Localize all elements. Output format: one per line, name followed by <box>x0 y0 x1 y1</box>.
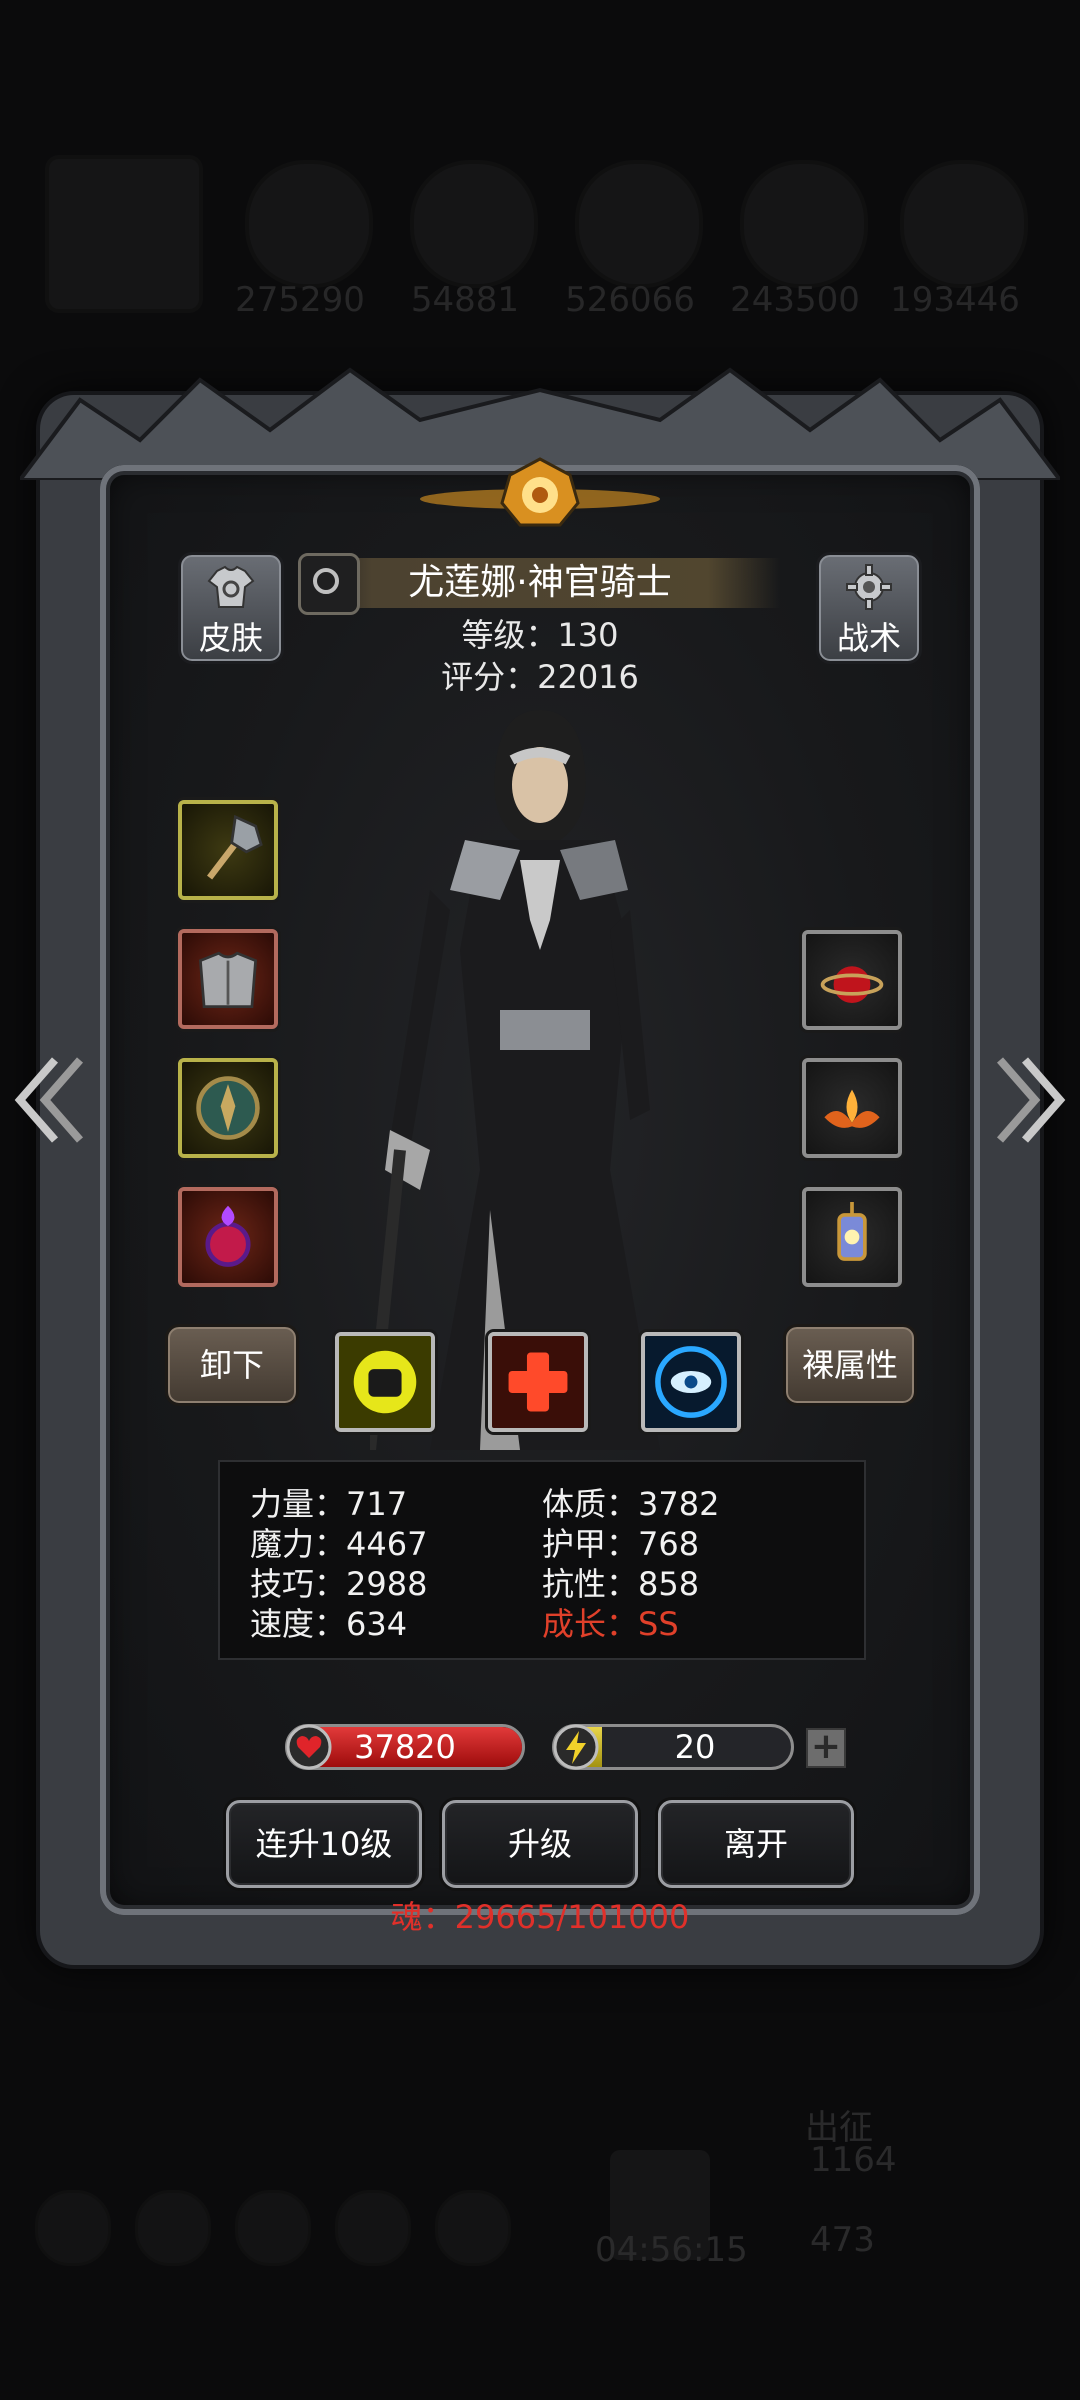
stat-armor: 护甲：768 <box>542 1525 700 1563</box>
heart-icon <box>286 1724 332 1770</box>
equip-slot-lantern[interactable] <box>802 1187 902 1287</box>
background-resource-bar: 275290 54881 526066 243500 193446 <box>0 155 1080 340</box>
resource-count: 54881 <box>410 280 520 320</box>
stat-skill: 技巧：2988 <box>250 1565 428 1603</box>
shirt-icon <box>207 565 255 608</box>
background-menu-icon <box>135 2190 211 2266</box>
resource-count: 193446 <box>890 280 1020 320</box>
equip-slot-weapon[interactable] <box>178 800 278 900</box>
shield-icon <box>196 1076 260 1140</box>
stone-icon <box>900 160 1028 288</box>
base-attributes-button[interactable]: 裸属性 <box>783 1324 917 1406</box>
mace-icon <box>207 814 263 880</box>
blue-eye-icon <box>645 1336 737 1428</box>
skill-slot-heal[interactable] <box>488 1332 588 1432</box>
resource-count: 526066 <box>565 280 695 320</box>
unequip-button[interactable]: 卸下 <box>165 1324 299 1406</box>
red-amulet-icon <box>205 1205 251 1267</box>
stat-resist: 抗性：858 <box>542 1565 700 1603</box>
equip-slot-armor[interactable] <box>178 929 278 1029</box>
background-bottom-bar: 04:56:15 出征 1164 473 <box>0 2080 1080 2360</box>
energy-value: 20 <box>674 1728 716 1766</box>
tactics-label: 战术 <box>836 619 901 657</box>
resource-count: 275290 <box>235 280 365 320</box>
resource-count: 243500 <box>730 280 860 320</box>
hero-level: 等级：130 <box>461 616 619 654</box>
water-icon <box>740 160 868 288</box>
iron-icon <box>575 160 703 288</box>
fist-icon <box>339 1336 431 1428</box>
stat-growth: 成长：SS <box>542 1605 679 1643</box>
background-menu-icon <box>435 2190 511 2266</box>
background-count: 473 <box>810 2220 875 2260</box>
equip-slot-accessory[interactable] <box>178 1187 278 1287</box>
background-menu-icon <box>335 2190 411 2266</box>
leave-button[interactable]: 离开 <box>658 1800 854 1888</box>
skin-label: 皮肤 <box>198 619 263 657</box>
stat-physique: 体质：3782 <box>542 1485 720 1523</box>
skill-slot-vision[interactable] <box>641 1332 741 1432</box>
equip-slot-shield[interactable] <box>178 1058 278 1158</box>
equip-slot-relic[interactable] <box>802 930 902 1030</box>
red-cross-icon <box>492 1336 584 1428</box>
chest-armor-icon <box>198 951 258 1008</box>
lotus-flame-icon <box>824 1089 880 1128</box>
lightning-icon <box>553 1724 599 1770</box>
add-energy-button[interactable]: + <box>806 1728 846 1768</box>
emblem-icon <box>420 457 660 527</box>
background-timer: 04:56:15 <box>595 2230 748 2270</box>
soul-counter: 魂：29665/101000 <box>390 1898 690 1936</box>
wood-icon <box>245 160 373 288</box>
background-hero-portrait <box>45 155 203 313</box>
medal-icon <box>298 553 360 615</box>
skill-slot-strike[interactable] <box>335 1332 435 1432</box>
stats-panel: 力量：717 魔力：4467 技巧：2988 速度：634 体质：3782 护甲… <box>218 1460 866 1660</box>
equip-slot-lotus[interactable] <box>802 1058 902 1158</box>
level-up-10-button[interactable]: 连升10级 <box>226 1800 422 1888</box>
background-menu-icon <box>235 2190 311 2266</box>
next-hero-arrow-icon[interactable] <box>990 1050 1070 1150</box>
tactics-button[interactable]: 战术 <box>816 552 922 664</box>
gear-icon <box>846 564 892 610</box>
background-count: 1164 <box>810 2140 897 2180</box>
stat-magic: 魔力：4467 <box>250 1525 428 1563</box>
background-menu-icon <box>35 2190 111 2266</box>
stat-strength: 力量：717 <box>250 1485 408 1523</box>
hero-name: 尤莲娜·神官骑士 <box>300 558 780 608</box>
skin-button[interactable]: 皮肤 <box>178 552 284 664</box>
lantern-icon <box>837 1202 867 1261</box>
stat-speed: 速度：634 <box>250 1605 408 1643</box>
ore-icon <box>410 160 538 288</box>
previous-hero-arrow-icon[interactable] <box>10 1050 90 1150</box>
ruby-relic-icon <box>820 966 884 1003</box>
level-up-button[interactable]: 升级 <box>442 1800 638 1888</box>
